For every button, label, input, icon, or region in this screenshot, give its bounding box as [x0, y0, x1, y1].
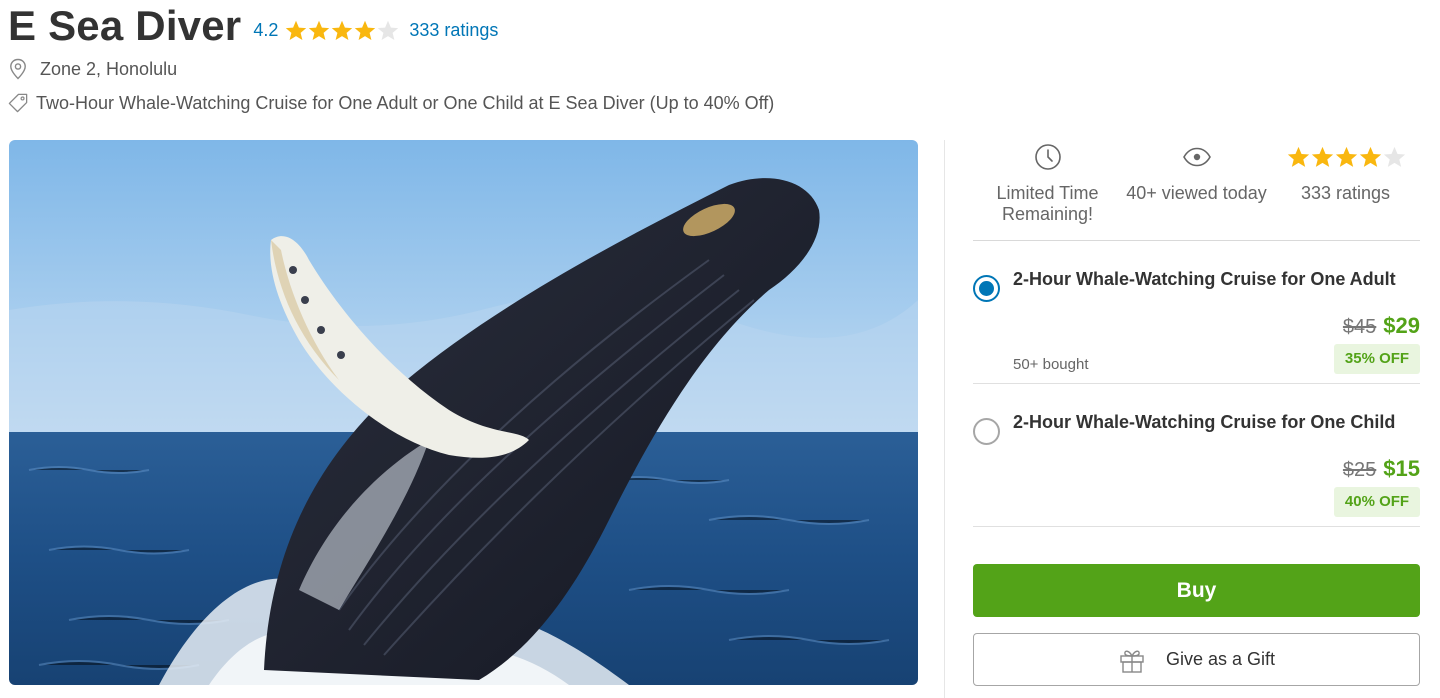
tagline-row: Two-Hour Whale-Watching Cruise for One A… [8, 86, 1428, 120]
deal-title: E Sea Diver [8, 2, 242, 49]
hero-image[interactable] [9, 140, 918, 685]
purchase-panel: Limited Time Remaining! 40+ viewed today… [973, 140, 1420, 686]
rating-stars [284, 19, 399, 43]
option-child-title: 2-Hour Whale-Watching Cruise for One Chi… [1013, 412, 1396, 432]
stat-ratings-label: 333 ratings [1300, 183, 1391, 203]
option-child-discount-badge: 40% OFF [1334, 487, 1420, 517]
option-child-original-price: $25 [1342, 459, 1377, 481]
clock-icon [1034, 140, 1062, 174]
option-adult-title: 2-Hour Whale-Watching Cruise for One Adu… [1013, 269, 1396, 289]
option-adult-discount-badge: 35% OFF [1334, 344, 1420, 374]
buy-button[interactable]: Buy [973, 564, 1420, 617]
tag-icon [8, 92, 28, 114]
star-filled-icon [1311, 146, 1333, 167]
map-pin-icon [8, 58, 28, 80]
option-adult-bought-count: 50+ bought [1013, 356, 1089, 373]
gift-icon [1118, 646, 1146, 674]
deal-header: E Sea Diver 4.2 333 ratings Zone 2, Hono… [8, 0, 1428, 120]
whale-breach-photo [9, 140, 918, 685]
star-empty-icon [1383, 146, 1405, 167]
star-filled-icon [286, 20, 307, 40]
rating-summary: 4.2 333 ratings [253, 19, 498, 43]
option-adult-price: $45 $29 [1343, 313, 1420, 339]
option-adult-radio[interactable] [973, 275, 1000, 302]
vertical-divider [944, 140, 945, 698]
option-child[interactable]: 2-Hour Whale-Watching Cruise for One Chi… [973, 384, 1420, 527]
star-empty-icon [378, 20, 399, 40]
give-as-gift-label: Give as a Gift [1165, 649, 1276, 669]
panel-rating-stars [1286, 140, 1406, 174]
deal-stats: Limited Time Remaining! 40+ viewed today… [973, 140, 1420, 241]
stat-viewed-label: 40+ viewed today [1126, 183, 1267, 203]
eye-icon [1182, 140, 1212, 174]
stat-viewed: 40+ viewed today [1122, 140, 1271, 240]
stat-ratings[interactable]: 333 ratings [1271, 140, 1420, 240]
option-adult[interactable]: 2-Hour Whale-Watching Cruise for One Adu… [973, 241, 1420, 384]
title-row: E Sea Diver 4.2 333 ratings [8, 0, 1428, 52]
star-filled-icon [1287, 146, 1309, 167]
option-child-current-price: $15 [1383, 456, 1420, 481]
ratings-count-link[interactable]: 333 ratings [409, 20, 498, 41]
option-adult-original-price: $45 [1342, 316, 1377, 338]
option-child-price: $25 $15 [1343, 456, 1420, 482]
option-adult-current-price: $29 [1383, 313, 1420, 338]
star-filled-icon [355, 20, 376, 40]
location-text: Zone 2, Honolulu [40, 58, 178, 79]
star-filled-icon [1359, 146, 1381, 167]
location-row: Zone 2, Honolulu [8, 52, 1428, 86]
star-filled-icon [309, 20, 330, 40]
stat-limited-time: Limited Time Remaining! [973, 140, 1122, 240]
star-filled-icon [1335, 146, 1357, 167]
give-as-gift-button[interactable]: Give as a Gift [973, 633, 1420, 686]
stat-limited-time-label: Limited Time Remaining! [996, 183, 1099, 224]
star-filled-icon [332, 20, 353, 40]
tagline-text: Two-Hour Whale-Watching Cruise for One A… [36, 92, 775, 113]
rating-value: 4.2 [253, 20, 279, 40]
option-child-radio[interactable] [973, 418, 1000, 445]
